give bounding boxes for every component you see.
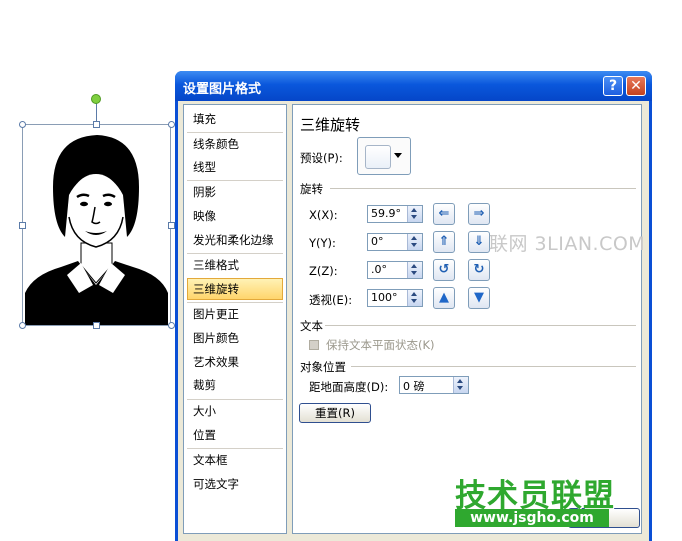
section-divider [351,366,636,367]
up-arrow-icon [411,292,417,296]
rotation-handle[interactable] [91,94,101,104]
rotate-left-icon: ⇐ [438,206,450,221]
down-arrow-icon [411,243,417,247]
url-watermark: www.jsgho.com [455,509,609,527]
down-arrow-icon [411,299,417,303]
resize-handle-bottom-left[interactable] [19,322,26,329]
arrow-down-solid-icon: ▼ [474,290,484,305]
nav-item-picture-color[interactable]: 图片颜色 [187,327,283,349]
rotate-right-icon: ⇒ [473,206,485,221]
nav-item-size[interactable]: 大小 [187,400,283,422]
resize-handle-right[interactable] [168,222,175,229]
spinner-arrows[interactable] [407,206,422,222]
dialog-title: 设置图片格式 [183,82,262,97]
portrait-image [25,135,168,325]
spinner-arrows[interactable] [407,234,422,250]
spinner-arrows[interactable] [407,262,422,278]
preset-dropdown[interactable] [357,137,411,175]
rotate-up-icon: ⇑ [438,234,450,249]
help-button[interactable]: ? [603,76,623,96]
perspective-label: 透视(E): [309,293,353,307]
resize-handle-bottom-right[interactable] [168,322,175,329]
y-rotate-up-button[interactable]: ⇑ [433,231,455,253]
rotate-down-icon: ⇓ [473,234,485,249]
resize-handle-top-left[interactable] [19,121,26,128]
spinner-arrows[interactable] [453,377,468,393]
up-arrow-icon [411,208,417,212]
spinner-arrows[interactable] [407,290,422,306]
arrow-up-solid-icon: ▲ [439,290,449,305]
z-rotation-label: Z(Z): [309,264,338,278]
section-divider [330,188,636,189]
perspective-value: 100° [371,291,398,304]
nav-item-3d-rotation[interactable]: 三维旋转 [187,278,283,300]
y-rotation-label: Y(Y): [309,236,336,250]
object-position-section-label: 对象位置 [300,360,346,374]
perspective-narrow-button[interactable]: ▲ [433,287,455,309]
keep-text-flat-checkbox[interactable] [309,340,319,350]
site-watermark: 联网 3LIAN.COM [489,233,646,255]
resize-handle-left[interactable] [19,222,26,229]
z-rotation-spinner[interactable]: .0° [367,261,423,279]
x-rotation-label: X(X): [309,208,338,222]
up-arrow-icon [457,379,463,383]
y-rotate-down-button[interactable]: ⇓ [468,231,490,253]
x-rotation-value: 59.9° [371,207,401,220]
down-arrow-icon [411,215,417,219]
nav-item-alt-text[interactable]: 可选文字 [187,473,283,495]
nav-item-text-box[interactable]: 文本框 [187,449,283,471]
nav-item-artistic-effects[interactable]: 艺术效果 [187,351,283,373]
z-rotate-clockwise-button[interactable]: ↻ [468,259,490,281]
y-rotation-value: 0° [371,235,384,248]
resize-handle-top-right[interactable] [168,121,175,128]
perspective-spinner[interactable]: 100° [367,289,423,307]
nav-item-crop[interactable]: 裁剪 [187,374,283,396]
nav-item-3d-format[interactable]: 三维格式 [187,254,283,276]
z-rotation-value: .0° [371,263,387,276]
preset-label: 预设(P): [300,151,343,165]
resize-handle-top[interactable] [93,121,100,128]
nav-item-glow-soft-edges[interactable]: 发光和柔化边缘 [187,229,283,251]
z-rotate-counterclockwise-button[interactable]: ↺ [433,259,455,281]
up-arrow-icon [411,236,417,240]
up-arrow-icon [411,264,417,268]
panel-heading: 三维旋转 [300,116,361,134]
section-divider [325,325,636,326]
reset-button[interactable]: 重置(R) [299,403,371,423]
x-rotation-spinner[interactable]: 59.9° [367,205,423,223]
rotation-section-label: 旋转 [300,182,323,196]
x-rotate-left-button[interactable]: ⇐ [433,203,455,225]
y-rotation-spinner[interactable]: 0° [367,233,423,251]
nav-item-line-style[interactable]: 线型 [187,156,283,178]
perspective-widen-button[interactable]: ▼ [468,287,490,309]
close-button[interactable]: ✕ [626,76,646,96]
rotate-counterclockwise-icon: ↺ [438,262,450,277]
nav-item-fill[interactable]: 填充 [187,108,283,130]
nav-item-shadow[interactable]: 阴影 [187,181,283,203]
selected-picture[interactable] [22,124,171,326]
resize-handle-bottom[interactable] [93,322,100,329]
distance-from-ground-spinner[interactable]: 0 磅 [399,376,469,394]
chevron-down-icon [394,153,402,158]
category-list: 填充 线条颜色 线型 阴影 映像 发光和柔化边缘 三维格式 三维旋转 图片更正 … [183,104,287,534]
x-rotate-right-button[interactable]: ⇒ [468,203,490,225]
preset-swatch [365,145,391,169]
nav-item-position[interactable]: 位置 [187,424,283,446]
rotate-clockwise-icon: ↻ [473,262,485,277]
down-arrow-icon [457,386,463,390]
nav-item-picture-corrections[interactable]: 图片更正 [187,303,283,325]
keep-text-flat-label: 保持文本平面状态(K) [326,338,435,352]
nav-item-line-color[interactable]: 线条颜色 [187,133,283,155]
text-section-label: 文本 [300,319,323,333]
rotation-handle-line [96,103,97,123]
nav-item-reflection[interactable]: 映像 [187,205,283,227]
down-arrow-icon [411,271,417,275]
distance-from-ground-label: 距地面高度(D): [309,380,389,394]
dialog-titlebar[interactable]: 设置图片格式 ? ✕ [175,71,652,101]
distance-from-ground-value: 0 磅 [403,380,425,393]
